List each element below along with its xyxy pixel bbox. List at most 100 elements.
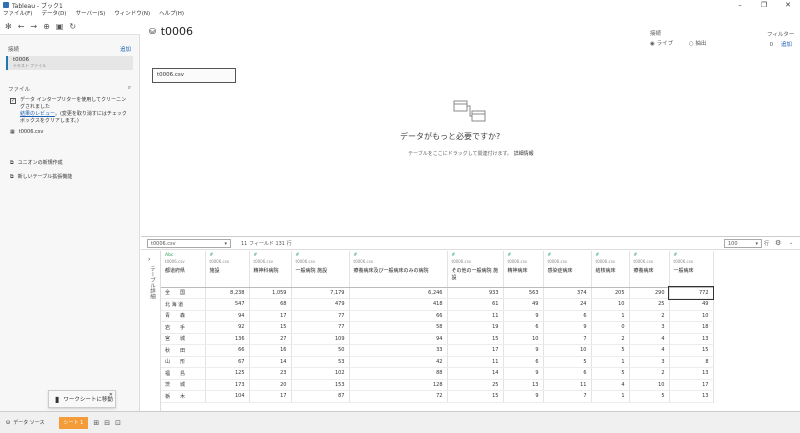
expand-chevron-icon[interactable]: › <box>148 256 150 263</box>
table-cell[interactable]: 23 <box>249 367 292 380</box>
table-cell[interactable]: 10 <box>543 344 592 357</box>
review-results-link[interactable]: 結果のレビュー <box>20 111 55 117</box>
table-cell[interactable]: 秋 田 <box>161 344 206 357</box>
table-cell[interactable]: 547 <box>205 298 250 311</box>
table-cell[interactable]: 10 <box>629 379 670 391</box>
table-cell[interactable]: 27 <box>249 333 292 345</box>
table-cell[interactable]: 19 <box>447 321 504 334</box>
table-cell[interactable]: 66 <box>349 310 448 322</box>
column-header[interactable]: # t0006.csv 療養病床 <box>629 251 670 288</box>
table-cell[interactable]: 24 <box>543 298 592 311</box>
table-cell[interactable]: 136 <box>205 333 250 345</box>
table-cell[interactable]: 18 <box>669 321 714 334</box>
table-cell[interactable]: 山 形 <box>161 356 206 368</box>
field-type-icon[interactable]: # <box>596 253 625 258</box>
table-cell[interactable]: 20 <box>249 379 292 391</box>
column-header[interactable]: Abc t0006.csv 都道府県 <box>161 251 206 288</box>
table-cell[interactable]: 15 <box>249 321 292 334</box>
table-cell[interactable]: 14 <box>249 356 292 368</box>
table-cell[interactable]: 173 <box>205 379 250 391</box>
table-cell[interactable]: 13 <box>669 390 714 403</box>
refresh-icon[interactable]: ↻ <box>69 22 76 31</box>
table-cell[interactable]: 8 <box>669 356 714 368</box>
table-cell[interactable]: 14 <box>447 367 504 380</box>
table-cell[interactable]: 9 <box>503 310 544 322</box>
connection-item[interactable]: t0006 テキスト ファイル <box>6 56 133 70</box>
field-type-icon[interactable]: # <box>210 253 245 258</box>
table-cell[interactable]: 17 <box>447 344 504 357</box>
save-icon[interactable]: ▣ <box>56 22 64 31</box>
table-cell[interactable]: 栃 木 <box>161 390 206 403</box>
table-cell[interactable]: 6 <box>503 356 544 368</box>
table-cell[interactable]: 94 <box>205 310 250 322</box>
table-cell[interactable]: 2 <box>629 367 670 380</box>
table-cell[interactable]: 9 <box>503 344 544 357</box>
table-cell[interactable]: 58 <box>349 321 448 334</box>
table-cell[interactable]: 87 <box>291 390 350 403</box>
table-cell[interactable]: 7 <box>543 390 592 403</box>
field-type-icon[interactable]: # <box>296 253 345 258</box>
table-cell[interactable]: 6,246 <box>349 287 448 299</box>
column-header[interactable]: # t0006.csv その他の一般病院 施設 <box>447 251 504 288</box>
table-cell[interactable]: 1 <box>591 356 630 368</box>
table-cell[interactable]: 10 <box>591 298 630 311</box>
table-cell[interactable]: 茨 城 <box>161 379 206 391</box>
table-cell[interactable]: 6 <box>543 310 592 322</box>
new-dashboard-icon[interactable]: ⊟ <box>104 419 110 427</box>
table-cell[interactable]: 10 <box>503 333 544 345</box>
new-story-icon[interactable]: ⊡ <box>115 419 121 427</box>
maximize-button[interactable]: ❐ <box>752 0 776 10</box>
table-cell[interactable]: 563 <box>503 287 544 299</box>
table-select[interactable]: t0006.csv ▾ <box>147 238 231 248</box>
close-button[interactable]: ✕ <box>776 0 800 10</box>
column-header[interactable]: # t0006.csv 施設 <box>205 251 250 288</box>
field-type-icon[interactable]: # <box>634 253 665 258</box>
new-extension-item[interactable]: ⧉ 新しいテーブル拡張機能 <box>0 174 139 181</box>
field-type-icon[interactable]: # <box>452 253 499 258</box>
new-datasource-icon[interactable]: ⊕ <box>43 22 50 31</box>
rows-input[interactable]: 100 ▾ <box>724 239 762 248</box>
tab-sheet-1[interactable]: シート 1 <box>58 416 89 429</box>
table-cell[interactable]: 49 <box>669 298 714 311</box>
interpreter-checkbox[interactable]: ✓ <box>10 98 16 104</box>
menu-server[interactable]: サーバー(S) <box>76 10 106 19</box>
new-worksheet-icon[interactable]: ⊞ <box>93 419 99 427</box>
canvas-table[interactable]: t0006.csv <box>152 68 236 83</box>
table-cell[interactable]: 9 <box>543 321 592 334</box>
table-cell[interactable]: 7,179 <box>291 287 350 299</box>
column-header[interactable]: # t0006.csv 精神科病院 <box>249 251 292 288</box>
table-cell[interactable]: 4 <box>591 379 630 391</box>
new-union-item[interactable]: ⧉ ユニオンの新規作成 <box>0 160 139 167</box>
chevron-down-icon[interactable]: ⌄ <box>789 240 793 246</box>
search-icon[interactable]: ⌕ <box>128 85 131 93</box>
menu-window[interactable]: ウィンドウ(N) <box>114 10 150 19</box>
column-header[interactable]: # t0006.csv 結核病床 <box>591 251 630 288</box>
table-cell[interactable]: 53 <box>291 356 350 368</box>
table-cell[interactable]: 153 <box>291 379 350 391</box>
table-cell[interactable]: 25 <box>629 298 670 311</box>
table-cell[interactable]: 4 <box>629 344 670 357</box>
table-cell[interactable]: 福 島 <box>161 367 206 380</box>
table-cell[interactable]: 50 <box>291 344 350 357</box>
table-cell[interactable]: 479 <box>291 298 350 311</box>
table-cell[interactable]: 17 <box>249 310 292 322</box>
table-cell[interactable]: 宮 城 <box>161 333 206 345</box>
column-header[interactable]: # t0006.csv 精神病床 <box>503 251 544 288</box>
tab-datasource[interactable]: ⛁ データ ソース <box>0 417 51 429</box>
table-cell[interactable]: 67 <box>205 356 250 368</box>
table-cell[interactable]: 205 <box>591 287 630 299</box>
table-cell[interactable]: 9 <box>503 367 544 380</box>
table-cell[interactable]: 128 <box>349 379 448 391</box>
table-cell[interactable]: 77 <box>291 321 350 334</box>
field-type-icon[interactable]: Abc <box>165 253 201 258</box>
live-radio[interactable]: ◉ ライブ <box>650 41 673 47</box>
table-cell[interactable]: 1,059 <box>249 287 292 299</box>
table-cell[interactable]: 3 <box>629 321 670 334</box>
learn-more-link[interactable]: 詳細情報 <box>514 151 534 157</box>
menu-data[interactable]: データ(D) <box>41 10 66 19</box>
table-cell[interactable]: 15 <box>447 333 504 345</box>
table-cell[interactable]: 5 <box>591 367 630 380</box>
table-cell[interactable]: 290 <box>629 287 670 299</box>
table-cell[interactable]: 17 <box>669 379 714 391</box>
table-cell[interactable]: 5 <box>591 344 630 357</box>
